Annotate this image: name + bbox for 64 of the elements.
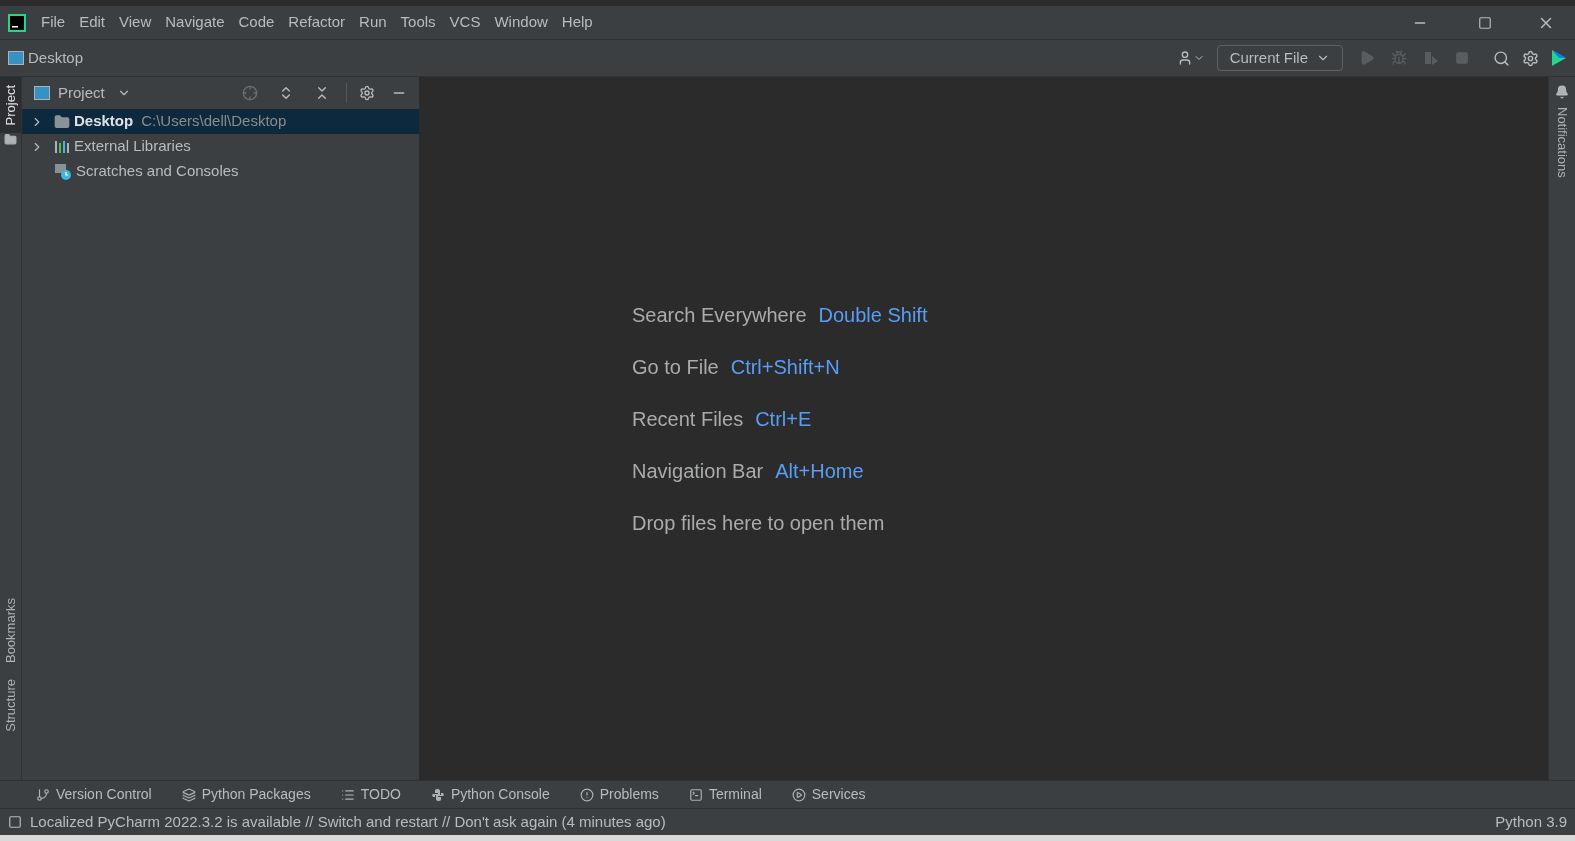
hint-label: Navigation Bar <box>632 458 764 484</box>
tool-window-tab[interactable]: Structure <box>0 671 21 740</box>
tool-window-button[interactable]: TODO <box>340 784 401 805</box>
search-icon[interactable] <box>1493 49 1510 67</box>
tool-window-tab[interactable]: Bookmarks <box>0 590 21 672</box>
scratch-file-icon <box>54 162 72 181</box>
hint-label: Search Everywhere <box>632 302 807 328</box>
panel-toggle-icon[interactable] <box>8 815 22 829</box>
shortcut-text: Double Shift <box>818 302 928 328</box>
layers-icon <box>181 787 196 802</box>
tool-window-button[interactable]: Problems <box>579 784 659 805</box>
menu-item[interactable]: View <box>112 11 159 34</box>
tree-item[interactable]: Scratches and Consoles <box>22 159 419 184</box>
alert-icon <box>579 787 594 802</box>
tree-label: External Libraries <box>74 136 191 157</box>
menu-item[interactable]: Code <box>231 11 282 34</box>
menu-item[interactable]: Help <box>554 11 600 34</box>
tool-window-button[interactable]: Version Control <box>36 784 152 805</box>
run-config-dropdown[interactable]: Current File <box>1216 45 1343 71</box>
folder-icon <box>54 113 70 130</box>
menu-item[interactable]: Edit <box>72 11 113 34</box>
hint-label: Recent Files <box>632 406 744 432</box>
window-icon <box>8 51 24 65</box>
path-hint: C:\Users\dell\Desktop <box>141 111 287 132</box>
shortcut-text: Ctrl+E <box>755 406 812 432</box>
tool-window-tab[interactable]: Notifications <box>1549 99 1575 186</box>
menu-item[interactable]: Run <box>352 11 394 34</box>
menu-item[interactable]: Navigate <box>158 11 232 34</box>
window-icon <box>34 86 50 100</box>
folder-icon <box>4 133 17 147</box>
tool-window-tab[interactable]: Project <box>0 77 21 134</box>
menu-item[interactable]: File <box>34 11 73 34</box>
interpreter-widget[interactable]: Python 3.9 <box>1495 810 1567 834</box>
shortcut-text: Ctrl+Shift+N <box>730 354 840 380</box>
app-logo <box>8 13 26 32</box>
hint-label: Go to File <box>632 354 719 380</box>
branch-icon <box>36 787 50 802</box>
shortcut-text: Alt+Home <box>775 458 864 484</box>
library-icon <box>54 138 70 155</box>
hint-label: Drop files here to open them <box>632 510 885 536</box>
menu-item[interactable]: Refactor <box>281 11 353 34</box>
status-message[interactable]: Localized PyCharm 2022.3.2 is available // Switch and restart // Don't ask again (4 minutes ago) <box>30 810 666 834</box>
toolbox-logo[interactable] <box>1551 49 1567 67</box>
maximize-icon[interactable] <box>1478 15 1492 30</box>
breadcrumb[interactable]: Desktop <box>28 46 84 70</box>
tool-window-button[interactable]: Services <box>791 784 866 805</box>
play-circle-icon <box>791 787 806 802</box>
tool-window-button[interactable]: Python Console <box>430 784 550 805</box>
settings-icon[interactable] <box>1522 49 1539 67</box>
tree-item[interactable]: Desktop C:\Users\dell\Desktop <box>22 109 419 134</box>
tree-label: Scratches and Consoles <box>76 161 239 182</box>
tree-item[interactable]: External Libraries <box>22 134 419 159</box>
tool-window-button[interactable]: Python Packages <box>181 784 311 805</box>
tool-window-button[interactable]: Terminal <box>688 784 762 805</box>
menu-item[interactable]: VCS <box>442 11 488 34</box>
terminal-icon <box>688 787 703 802</box>
settings-icon[interactable] <box>359 85 375 101</box>
panel-title-dropdown[interactable]: Project <box>58 81 131 105</box>
list-icon <box>340 787 355 802</box>
menu-item[interactable]: Window <box>487 11 555 34</box>
tree-label: Desktop <box>74 111 134 132</box>
python-icon <box>430 787 445 802</box>
menu-item[interactable]: Tools <box>393 11 443 34</box>
bell-icon[interactable] <box>1555 85 1569 99</box>
